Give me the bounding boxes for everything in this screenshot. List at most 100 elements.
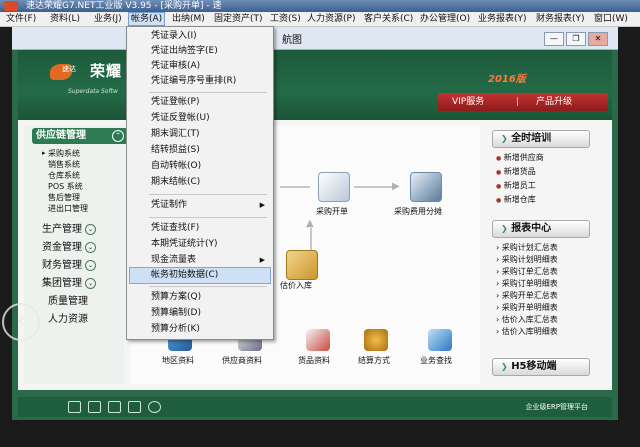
nav-after-sales[interactable]: 售后管理	[48, 192, 80, 203]
cost-allocation-icon[interactable]	[410, 172, 442, 202]
menu-cash-flow[interactable]: 现金流量表 ▶	[151, 253, 271, 268]
menu-file[interactable]: 文件(F)	[4, 12, 38, 26]
menu-payroll[interactable]: 工资(S)	[268, 12, 303, 26]
link-new-employee[interactable]: ● 新增员工	[496, 180, 536, 193]
back-arrow-icon[interactable]: ‹	[2, 303, 40, 341]
app-titlebar: 速达荣耀G7.NET工业版 V3.95 - [采购开单] - 速	[0, 0, 640, 12]
menu-accounting[interactable]: 帐务(A)	[128, 12, 166, 26]
purchase-order-label[interactable]: 采购开单	[316, 206, 348, 217]
submenu-arrow-icon: ▶	[259, 256, 265, 264]
nav-warehouse-system[interactable]: 仓库系统	[48, 170, 80, 181]
menu-crm[interactable]: 客户关系(C)	[362, 12, 415, 26]
menu-separator	[149, 217, 267, 218]
link-new-goods[interactable]: ● 新增货品	[496, 166, 536, 179]
menu-initial-data[interactable]: 帐务初始数据(C)	[151, 268, 218, 283]
flow-connector	[354, 186, 394, 188]
edition-label: 2016版	[488, 74, 526, 85]
link-new-supplier[interactable]: ● 新增供应商	[496, 152, 544, 165]
nav-import-export[interactable]: 进出口管理	[48, 203, 88, 214]
menu-hr[interactable]: 人力资源(P)	[305, 12, 357, 26]
module-quality[interactable]: 质量管理	[48, 294, 88, 310]
menu-voucher-unpost[interactable]: 凭证反登帐(U)	[151, 111, 210, 126]
menu-voucher-find[interactable]: 凭证查找(F)	[151, 221, 199, 236]
expand-icon: ⌄	[85, 241, 96, 253]
report-link[interactable]: › 采购计划明细表	[496, 254, 558, 266]
menu-budget-analysis[interactable]: 预算分析(K)	[151, 322, 200, 337]
report-link[interactable]: › 采购开单明细表	[496, 302, 558, 314]
link-new-warehouse[interactable]: ● 新增仓库	[496, 194, 536, 207]
estimated-inbound-icon[interactable]	[286, 250, 318, 280]
sound-icon[interactable]	[88, 401, 101, 413]
restore-button[interactable]: ❐	[566, 32, 586, 46]
menu-voucher-post[interactable]: 凭证登帐(P)	[151, 95, 199, 110]
minimize-button[interactable]: —	[544, 32, 564, 46]
menu-budget-edit[interactable]: 预算编制(D)	[151, 306, 201, 321]
close-button[interactable]: ✕	[588, 32, 608, 46]
report-link[interactable]: › 采购计划汇总表	[496, 242, 558, 254]
report-link[interactable]: › 采购订单汇总表	[496, 266, 558, 278]
menu-business[interactable]: 业务(J)	[92, 12, 124, 26]
upgrade-link[interactable]: 产品升级	[536, 93, 572, 111]
menu-fixed-assets[interactable]: 固定资产(T)	[212, 12, 265, 26]
menu-carry-forward-pl[interactable]: 结转损益(S)	[151, 143, 200, 158]
menu-business-reports[interactable]: 业务报表(Y)	[476, 12, 529, 26]
goods-data-icon[interactable]	[306, 329, 330, 351]
menu-auto-transfer[interactable]: 自动转帐(O)	[151, 159, 201, 174]
module-finance[interactable]: 财务管理 ⌄	[42, 258, 96, 274]
module-group[interactable]: 集团管理 ⌄	[42, 276, 96, 292]
right-panel: ❯ 全时培训 ● 新增供应商 ● 新增货品 ● 新增员工 ● 新增仓库 ❯ 报表…	[486, 126, 606, 384]
collapse-icon[interactable]: ⌃	[112, 130, 124, 142]
business-search-label[interactable]: 业务查找	[420, 355, 452, 366]
settlement-method-icon[interactable]	[364, 329, 388, 351]
book-icon[interactable]	[108, 401, 121, 413]
report-link[interactable]: › 采购开单汇总表	[496, 290, 558, 302]
accounting-menu-dropdown: 凭证录入(I) 凭证出纳签字(E) 凭证审核(A) 凭证编号序号重排(R) 凭证…	[126, 26, 274, 340]
brand-subtitle: Superdata Softw	[68, 88, 118, 95]
refresh-icon[interactable]	[148, 401, 161, 413]
arrow-right-icon: ▶	[392, 181, 400, 192]
business-search-icon[interactable]	[428, 329, 452, 351]
menu-period-close[interactable]: 期末结帐(C)	[151, 175, 200, 190]
purchase-allocation-label[interactable]: 采购费用分摊	[394, 206, 442, 217]
goods-data-label[interactable]: 货品资料	[298, 355, 330, 366]
menu-finance-reports[interactable]: 财务报表(Y)	[534, 12, 587, 26]
supply-chain-header[interactable]: 供应链管理 ⌃	[32, 128, 128, 144]
purchase-order-icon[interactable]	[318, 172, 350, 202]
menu-office[interactable]: 办公管理(O)	[418, 12, 472, 26]
menu-voucher-audit[interactable]: 凭证审核(A)	[151, 59, 200, 74]
module-production[interactable]: 生产管理 ⌄	[42, 222, 96, 238]
settlement-method-label[interactable]: 结算方式	[358, 355, 390, 366]
menu-budget-plan[interactable]: 预算方案(Q)	[151, 290, 201, 305]
footer-bar: 企业级ERP管理平台	[18, 397, 612, 417]
estimated-inbound-label[interactable]: 估价入库	[280, 280, 312, 291]
menu-window[interactable]: 窗口(W)	[592, 12, 630, 26]
mail-icon[interactable]	[68, 401, 81, 413]
h5-mobile-header[interactable]: ❯ H5移动端	[492, 358, 590, 376]
menu-voucher-entry[interactable]: 凭证录入(I)	[151, 29, 197, 44]
report-center-header[interactable]: ❯ 报表中心	[492, 220, 590, 238]
nav-purchase-system[interactable]: 采购系统	[48, 148, 80, 159]
menu-voucher-renumber[interactable]: 凭证编号序号重排(R)	[151, 74, 236, 89]
menu-voucher-cashier-sign[interactable]: 凭证出纳签字(E)	[151, 44, 218, 59]
app-logo-icon	[4, 1, 18, 11]
menu-period-exchange[interactable]: 期末调汇(T)	[151, 127, 200, 142]
menu-cashier[interactable]: 出纳(M)	[170, 12, 207, 26]
menu-data[interactable]: 资料(L)	[48, 12, 82, 26]
report-link[interactable]: › 估价入库明细表	[496, 326, 558, 338]
vip-service-link[interactable]: VIP服务	[452, 93, 484, 111]
calendar-icon[interactable]	[128, 401, 141, 413]
nav-pos-system[interactable]: POS 系统	[48, 181, 83, 192]
report-link[interactable]: › 估价入库汇总表	[496, 314, 558, 326]
menu-separator	[149, 92, 267, 93]
menu-voucher-make[interactable]: 凭证制作 ▶	[151, 198, 271, 213]
expand-icon: ⌄	[85, 259, 96, 271]
nav-sales-system[interactable]: 销售系统	[48, 159, 80, 170]
training-header[interactable]: ❯ 全时培训	[492, 130, 590, 148]
module-funds[interactable]: 资金管理 ⌄	[42, 240, 96, 256]
menu-voucher-stats[interactable]: 本期凭证统计(Y)	[151, 237, 218, 252]
supplier-data-label[interactable]: 供应商资料	[222, 355, 262, 366]
report-link[interactable]: › 采购订单明细表	[496, 278, 558, 290]
region-data-label[interactable]: 地区资料	[162, 355, 194, 366]
module-hr[interactable]: 人力资源	[48, 312, 88, 328]
module-panel: 供应链管理 ⌃ ▸ 采购系统 销售系统 仓库系统 POS 系统 售后管理 进出口…	[24, 126, 128, 384]
